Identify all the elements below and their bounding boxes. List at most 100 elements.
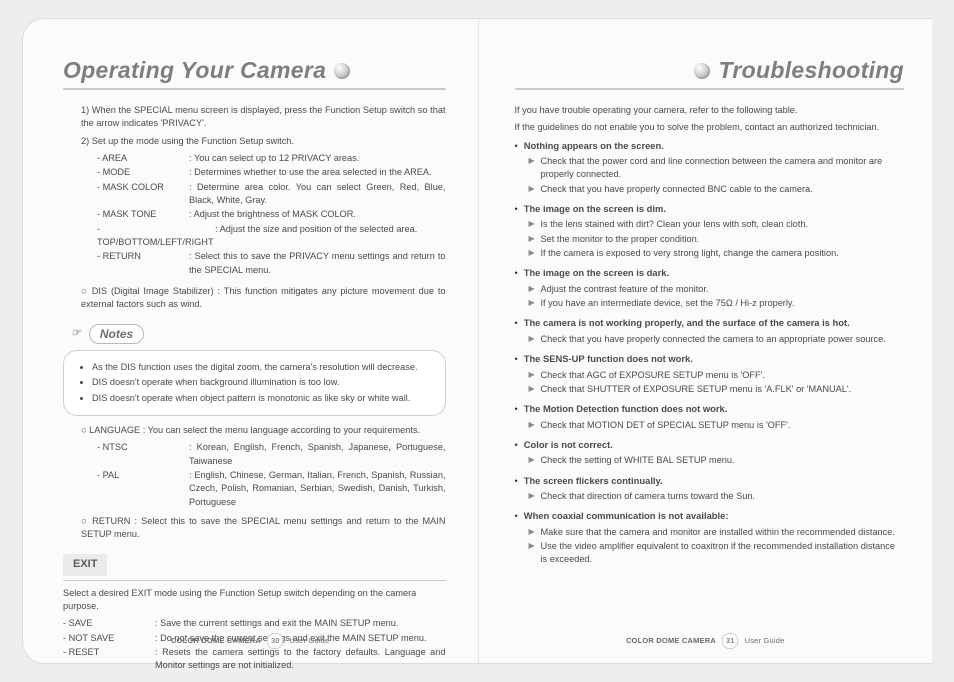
- option-label: - MODE: [97, 166, 181, 179]
- option-label: - NTSC: [97, 441, 181, 468]
- exit-rule: [63, 580, 446, 581]
- page-spread: Operating Your Camera 1) When the SPECIA…: [22, 18, 932, 664]
- troubleshooting-point: Check that the power cord and line conne…: [529, 155, 905, 182]
- option-desc: : Adjust the brightness of MASK COLOR.: [189, 208, 446, 221]
- footer-right: COLOR DOME CAMERA 31 User Guide: [479, 633, 933, 649]
- troubleshooting-heading: The Motion Detection function does not w…: [524, 403, 728, 414]
- notes-box: As the DIS function uses the digital zoo…: [63, 350, 446, 416]
- troubleshooting-heading: The camera is not working properly, and …: [524, 317, 850, 328]
- troubleshooting-heading: The image on the screen is dark.: [524, 267, 669, 278]
- left-body: 1) When the SPECIAL menu screen is displ…: [63, 104, 446, 673]
- option-row: - MODE : Determines whether to use the ar…: [97, 166, 446, 179]
- page-right: Troubleshooting If you have trouble oper…: [478, 19, 933, 663]
- option-label: - TOP/BOTTOM/LEFT/RIGHT: [97, 223, 207, 250]
- option-desc: : Adjust the size and position of the se…: [215, 223, 446, 250]
- heading-right: Troubleshooting: [515, 57, 905, 84]
- troubleshooting-sublist: Check that AGC of EXPOSURE SETUP menu is…: [515, 369, 905, 397]
- ts-intro-2: If the guidelines do not enable you to s…: [515, 121, 905, 134]
- option-row: - PAL: English, Chinese, German, Italian…: [97, 469, 446, 509]
- troubleshooting-point: Is the lens stained with dirt? Clean you…: [529, 218, 905, 231]
- troubleshooting-heading: The screen flickers continually.: [524, 475, 663, 486]
- language-options: - NTSC : Korean, English, French, Spanish…: [63, 441, 446, 509]
- troubleshooting-item: The camera is not working properly, and …: [515, 316, 905, 346]
- language-line: ○ LANGUAGE : You can select the menu lan…: [63, 424, 446, 437]
- troubleshooting-item: Nothing appears on the screen. Check that…: [515, 139, 905, 196]
- page-left: Operating Your Camera 1) When the SPECIA…: [23, 19, 478, 663]
- option-desc: : Resets the camera settings to the fact…: [155, 646, 446, 673]
- option-desc: : Korean, English, French, Spanish, Japa…: [189, 441, 446, 468]
- troubleshooting-point: If the camera is exposed to very strong …: [529, 247, 905, 260]
- globe-icon: [334, 63, 350, 79]
- troubleshooting-point: Set the monitor to the proper condition.: [529, 233, 905, 246]
- option-label: - AREA: [97, 152, 181, 165]
- option-label: - RESET: [63, 646, 147, 673]
- hand-icon: ☞: [71, 326, 81, 342]
- troubleshooting-item: When coaxial communication is not availa…: [515, 509, 905, 566]
- troubleshooting-point: Check that you have properly connected t…: [529, 333, 905, 346]
- option-row: - MASK TONE : Adjust the brightness of MA…: [97, 208, 446, 221]
- exit-intro: Select a desired EXIT mode using the Fun…: [63, 587, 446, 614]
- option-row: - SAVE: Save the current settings and ex…: [63, 617, 446, 630]
- rule-right: [515, 88, 905, 90]
- troubleshooting-item: The Motion Detection function does not w…: [515, 402, 905, 432]
- option-row: - TOP/BOTTOM/LEFT/RIGHT : Adjust the size…: [97, 223, 446, 250]
- globe-icon: [694, 63, 710, 79]
- page-number-left: 30: [267, 633, 283, 649]
- troubleshooting-point: Check the setting of WHITE BAL SETUP men…: [529, 454, 905, 467]
- troubleshooting-item: The SENS-UP function does not work.Check…: [515, 352, 905, 396]
- footer-product-right: COLOR DOME CAMERA: [626, 636, 716, 645]
- rule-left: [63, 88, 446, 90]
- option-row: - NTSC : Korean, English, French, Spanish…: [97, 441, 446, 468]
- troubleshooting-point: Check that you have properly connected B…: [529, 183, 905, 196]
- troubleshooting-point: Check that AGC of EXPOSURE SETUP menu is…: [529, 369, 905, 382]
- troubleshooting-heading: When coaxial communication is not availa…: [524, 510, 729, 521]
- option-desc: : You can select up to 12 PRIVACY areas.: [189, 152, 446, 165]
- option-row: - AREA : You can select up to 12 PRIVACY …: [97, 152, 446, 165]
- option-label: - PAL: [97, 469, 181, 509]
- troubleshooting-point: Use the video amplifier equivalent to co…: [529, 540, 905, 567]
- option-row: - RESET : Resets the camera settings to t…: [63, 646, 446, 673]
- privacy-options: - AREA : You can select up to 12 PRIVACY …: [63, 152, 446, 277]
- option-row: - RETURN: Select this to save the PRIVAC…: [97, 250, 446, 277]
- notes-label: ☞ Notes: [71, 324, 144, 344]
- troubleshooting-point: Check that SHUTTER of EXPOSURE SETUP men…: [529, 383, 905, 396]
- privacy-step-2: 2) Set up the mode using the Function Se…: [63, 135, 446, 148]
- option-label: - MASK COLOR: [97, 181, 181, 208]
- troubleshooting-sublist: Adjust the contrast feature of the monit…: [515, 283, 905, 311]
- troubleshooting-point: Adjust the contrast feature of the monit…: [529, 283, 905, 296]
- troubleshooting-point: Check that direction of camera turns tow…: [529, 490, 905, 503]
- option-label: - SAVE: [63, 617, 147, 630]
- troubleshooting-sublist: Is the lens stained with dirt? Clean you…: [515, 218, 905, 260]
- troubleshooting-sublist: Check that you have properly connected t…: [515, 333, 905, 346]
- exit-label: EXIT: [63, 554, 107, 576]
- troubleshooting-item: Color is not correct. Check the setting o…: [515, 438, 905, 468]
- right-body: If you have trouble operating your camer…: [515, 104, 905, 567]
- footer-guide-right: User Guide: [745, 636, 785, 645]
- option-label: - MASK TONE: [97, 208, 181, 221]
- troubleshooting-sublist: Check the setting of WHITE BAL SETUP men…: [515, 454, 905, 467]
- note-item: DIS doesn't operate when object pattern …: [92, 392, 433, 405]
- footer-guide-left: User Guide: [290, 636, 330, 645]
- footer-product-left: COLOR DOME CAMERA: [171, 636, 261, 645]
- troubleshooting-sublist: Make sure that the camera and monitor ar…: [515, 526, 905, 567]
- dis-prefix: ○ DIS (Digital Image Stabilizer) :: [81, 286, 220, 296]
- option-desc: : Determine area color. You can select G…: [189, 181, 446, 208]
- troubleshooting-item: The image on the screen is dark. Adjust t…: [515, 266, 905, 310]
- troubleshooting-heading: Color is not correct.: [524, 439, 613, 450]
- heading-left: Operating Your Camera: [63, 57, 446, 84]
- troubleshooting-heading: The image on the screen is dim.: [524, 203, 666, 214]
- dis-line: ○ DIS (Digital Image Stabilizer) : This …: [63, 285, 446, 312]
- option-desc: : Determines whether to use the area sel…: [189, 166, 446, 179]
- troubleshooting-point: Make sure that the camera and monitor ar…: [529, 526, 905, 539]
- option-desc: : Select this to save the PRIVACY menu s…: [189, 250, 446, 277]
- notes-list: As the DIS function uses the digital zoo…: [76, 361, 433, 405]
- troubleshooting-sublist: Check that direction of camera turns tow…: [515, 490, 905, 503]
- note-item: As the DIS function uses the digital zoo…: [92, 361, 433, 374]
- return-line: ○ RETURN : Select this to save the SPECI…: [63, 515, 446, 542]
- heading-right-text: Troubleshooting: [718, 57, 904, 84]
- option-desc: : English, Chinese, German, Italian, Fre…: [189, 469, 446, 509]
- troubleshooting-sublist: Check that MOTION DET of SPECIAL SETUP m…: [515, 419, 905, 432]
- footer-left: COLOR DOME CAMERA 30 User Guide: [23, 633, 478, 649]
- heading-left-text: Operating Your Camera: [63, 57, 326, 84]
- troubleshooting-heading: Nothing appears on the screen.: [524, 140, 664, 151]
